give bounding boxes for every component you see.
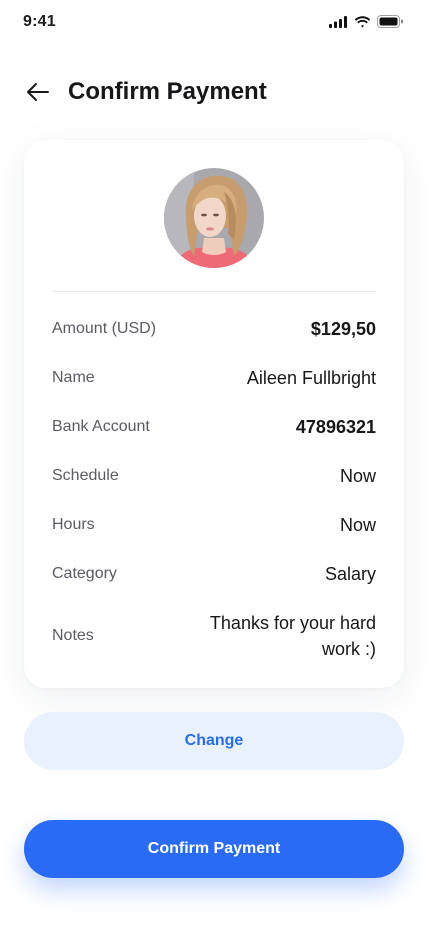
back-button[interactable]: [24, 80, 52, 104]
bank-account-value: 47896321: [295, 417, 376, 437]
bank-account-label: Bank Account: [52, 418, 150, 435]
header: Confirm Payment: [0, 70, 428, 114]
page-title: Confirm Payment: [68, 78, 267, 105]
amount-label: Amount (USD): [52, 320, 157, 337]
detail-row-bank-account: Bank Account 47896321: [52, 414, 376, 440]
category-value: Salary: [324, 564, 376, 584]
hours-label: Hours: [52, 516, 95, 533]
wifi-icon: [354, 15, 371, 28]
name-value: Aileen Fullbright: [246, 368, 376, 388]
name-label: Name: [52, 369, 95, 386]
detail-row-amount: Amount (USD) $129,50: [52, 316, 376, 342]
detail-row-hours: Hours Now: [52, 512, 376, 538]
schedule-label: Schedule: [52, 467, 119, 484]
confirm-payment-button[interactable]: Confirm Payment: [24, 820, 404, 878]
status-time: 9:41: [23, 13, 56, 30]
schedule-value: Now: [339, 466, 376, 486]
detail-row-category: Category Salary: [52, 561, 376, 587]
detail-row-name: Name Aileen Fullbright: [52, 365, 376, 391]
payment-details-card: Amount (USD) $129,50 Name Aileen Fullbri…: [24, 140, 404, 688]
status-bar: 9:41: [0, 0, 428, 44]
recipient-avatar: [164, 168, 264, 268]
amount-value: $129,50: [310, 319, 376, 339]
detail-row-notes: Notes Thanks for your hard work :): [52, 610, 376, 662]
battery-icon: [377, 15, 403, 28]
detail-row-schedule: Schedule Now: [52, 463, 376, 489]
notes-value: Thanks for your hard work :): [209, 613, 376, 659]
card-divider: [52, 291, 376, 292]
change-button[interactable]: Change: [24, 712, 404, 770]
notes-label: Notes: [52, 627, 94, 644]
status-icons: [329, 15, 404, 28]
hours-value: Now: [339, 515, 376, 535]
category-label: Category: [52, 565, 117, 582]
arrow-left-icon: [27, 83, 49, 101]
signal-icon: [329, 15, 347, 28]
